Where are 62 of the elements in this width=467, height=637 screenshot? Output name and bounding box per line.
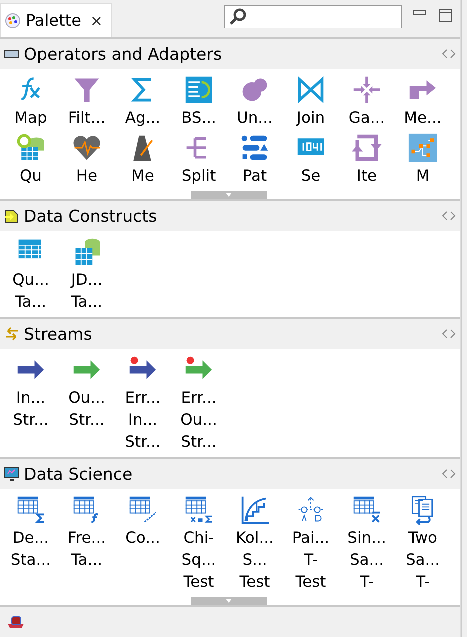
scroll-down-handle[interactable] [191,191,267,199]
table-x-icon [352,495,382,525]
collapse-icon[interactable] [442,469,456,479]
pattern-icon [240,133,270,163]
palette-item[interactable]: BS... [171,73,227,129]
palette-item[interactable]: Err... Ou... Str... [171,353,227,453]
collapse-icon[interactable] [442,49,456,59]
palette-tab[interactable]: Palette × [0,3,112,37]
scroll-down-handle[interactable] [191,597,267,605]
palette-item[interactable]: Fre... Ta... [59,493,115,593]
database-table-icon [16,133,46,163]
section-title[interactable]: Data Science [24,464,438,484]
palette-item[interactable]: JD... Ta... [59,235,115,313]
converging-arrows-icon [352,75,382,105]
palette-item[interactable]: Co... [115,493,171,593]
palette-item[interactable]: Kol... S... Test [227,493,283,593]
collapse-icon[interactable] [442,211,456,221]
section-title[interactable]: Operators and Adapters [24,44,438,64]
palette-item[interactable]: He [59,131,115,187]
palette-item[interactable]: Me [115,131,171,187]
palette-item[interactable]: In... Str... [3,353,59,453]
palette-item[interactable]: Sin... Sa... T- [339,493,395,593]
monitor-icon [4,466,20,482]
section-title[interactable]: Data Constructs [24,206,438,226]
step-chart-icon [240,495,270,525]
flowchart-icon [408,133,438,163]
folder-icon [4,208,20,224]
close-button[interactable]: × [90,12,103,30]
palette-item[interactable]: Ite [339,131,395,187]
palette-item[interactable]: Chi- Sq... Test [171,493,227,593]
palette-item[interactable]: M [395,131,451,187]
palette-item[interactable]: Map [3,73,59,129]
search-field[interactable] [224,5,402,28]
palette-item[interactable]: Join [283,73,339,129]
palette-item[interactable]: Two Sa... T- [395,493,451,593]
heart-pulse-icon [72,133,102,163]
palette-item[interactable]: Se [283,131,339,187]
palette-item[interactable]: Un... [227,73,283,129]
palette-item[interactable]: Filt... [59,73,115,129]
palette-item[interactable]: Ou... Str... [59,353,115,453]
collapse-icon[interactable] [442,329,456,339]
section-title[interactable]: Streams [24,324,438,344]
palette-item[interactable]: Pat [227,131,283,187]
swap-arrows-icon [4,326,20,342]
palette-item[interactable]: Me... [395,73,451,129]
maximize-icon[interactable] [438,8,454,24]
palette-item[interactable]: Ag... [115,73,171,129]
palette-item[interactable]: Qu [3,131,59,187]
table-sigma-icon [16,495,46,525]
table-line-icon [128,495,158,525]
palette-item[interactable]: Qu... Ta... [3,235,59,313]
palette-item[interactable]: De... Sta... [3,493,59,593]
palette-item[interactable]: Pai... T- Test [283,493,339,593]
palette-item[interactable]: Split [171,131,227,187]
palette-item[interactable]: Ga... [339,73,395,129]
search-icon [229,8,247,26]
bowtie-icon [296,75,326,105]
table-chi-icon [184,495,214,525]
palette-icon [5,12,21,28]
list-refresh-icon [184,75,214,105]
palette-item[interactable]: Err... In... Str... [115,353,171,453]
loop-icon [352,133,382,163]
